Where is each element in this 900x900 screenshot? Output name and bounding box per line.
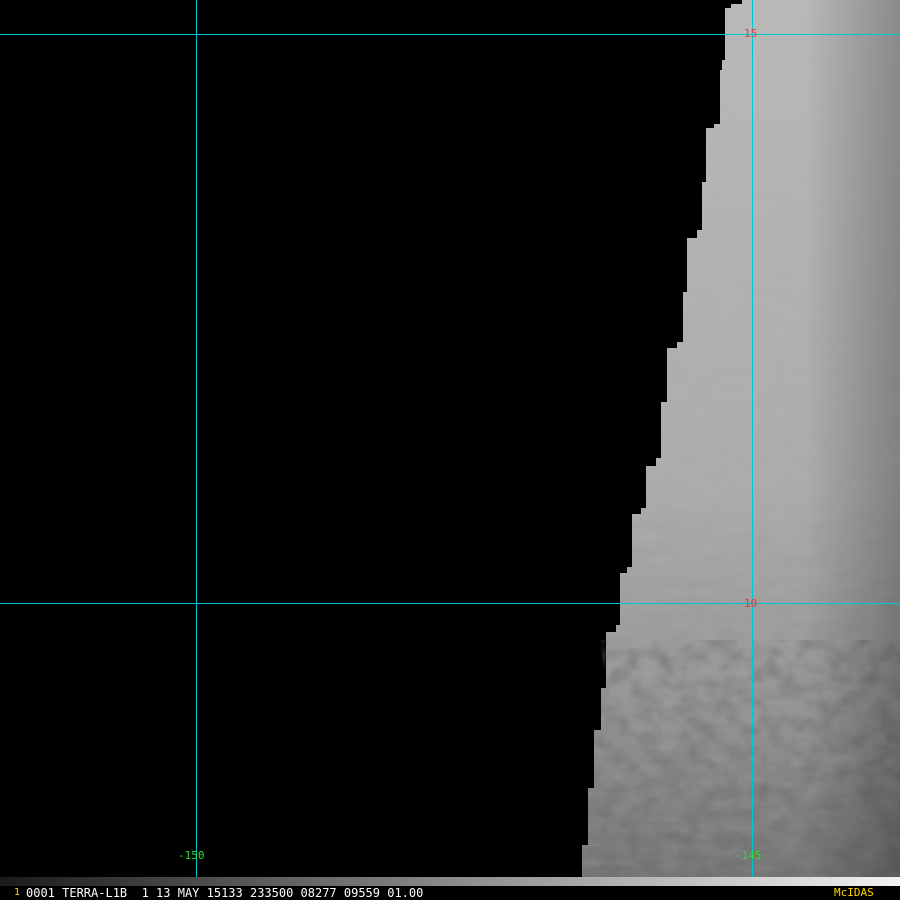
satellite-image: 15 10 -150 -145 xyxy=(0,0,900,900)
latitude-label-10: 10 xyxy=(744,597,757,610)
longitude-label-150: -150 xyxy=(178,849,205,862)
cloud-swath xyxy=(582,0,900,886)
frame-number: 1 xyxy=(14,887,21,898)
image-info-text: 0001 TERRA-L1B 1 13 MAY 15133 233500 082… xyxy=(26,886,424,900)
grayscale-bar xyxy=(0,877,900,886)
mcidas-brand: McIDAS xyxy=(834,886,874,899)
status-bar: 1 0001 TERRA-L1B 1 13 MAY 15133 233500 0… xyxy=(0,886,900,900)
latitude-label-15: 15 xyxy=(744,27,757,40)
longitude-label-145: -145 xyxy=(735,849,762,862)
